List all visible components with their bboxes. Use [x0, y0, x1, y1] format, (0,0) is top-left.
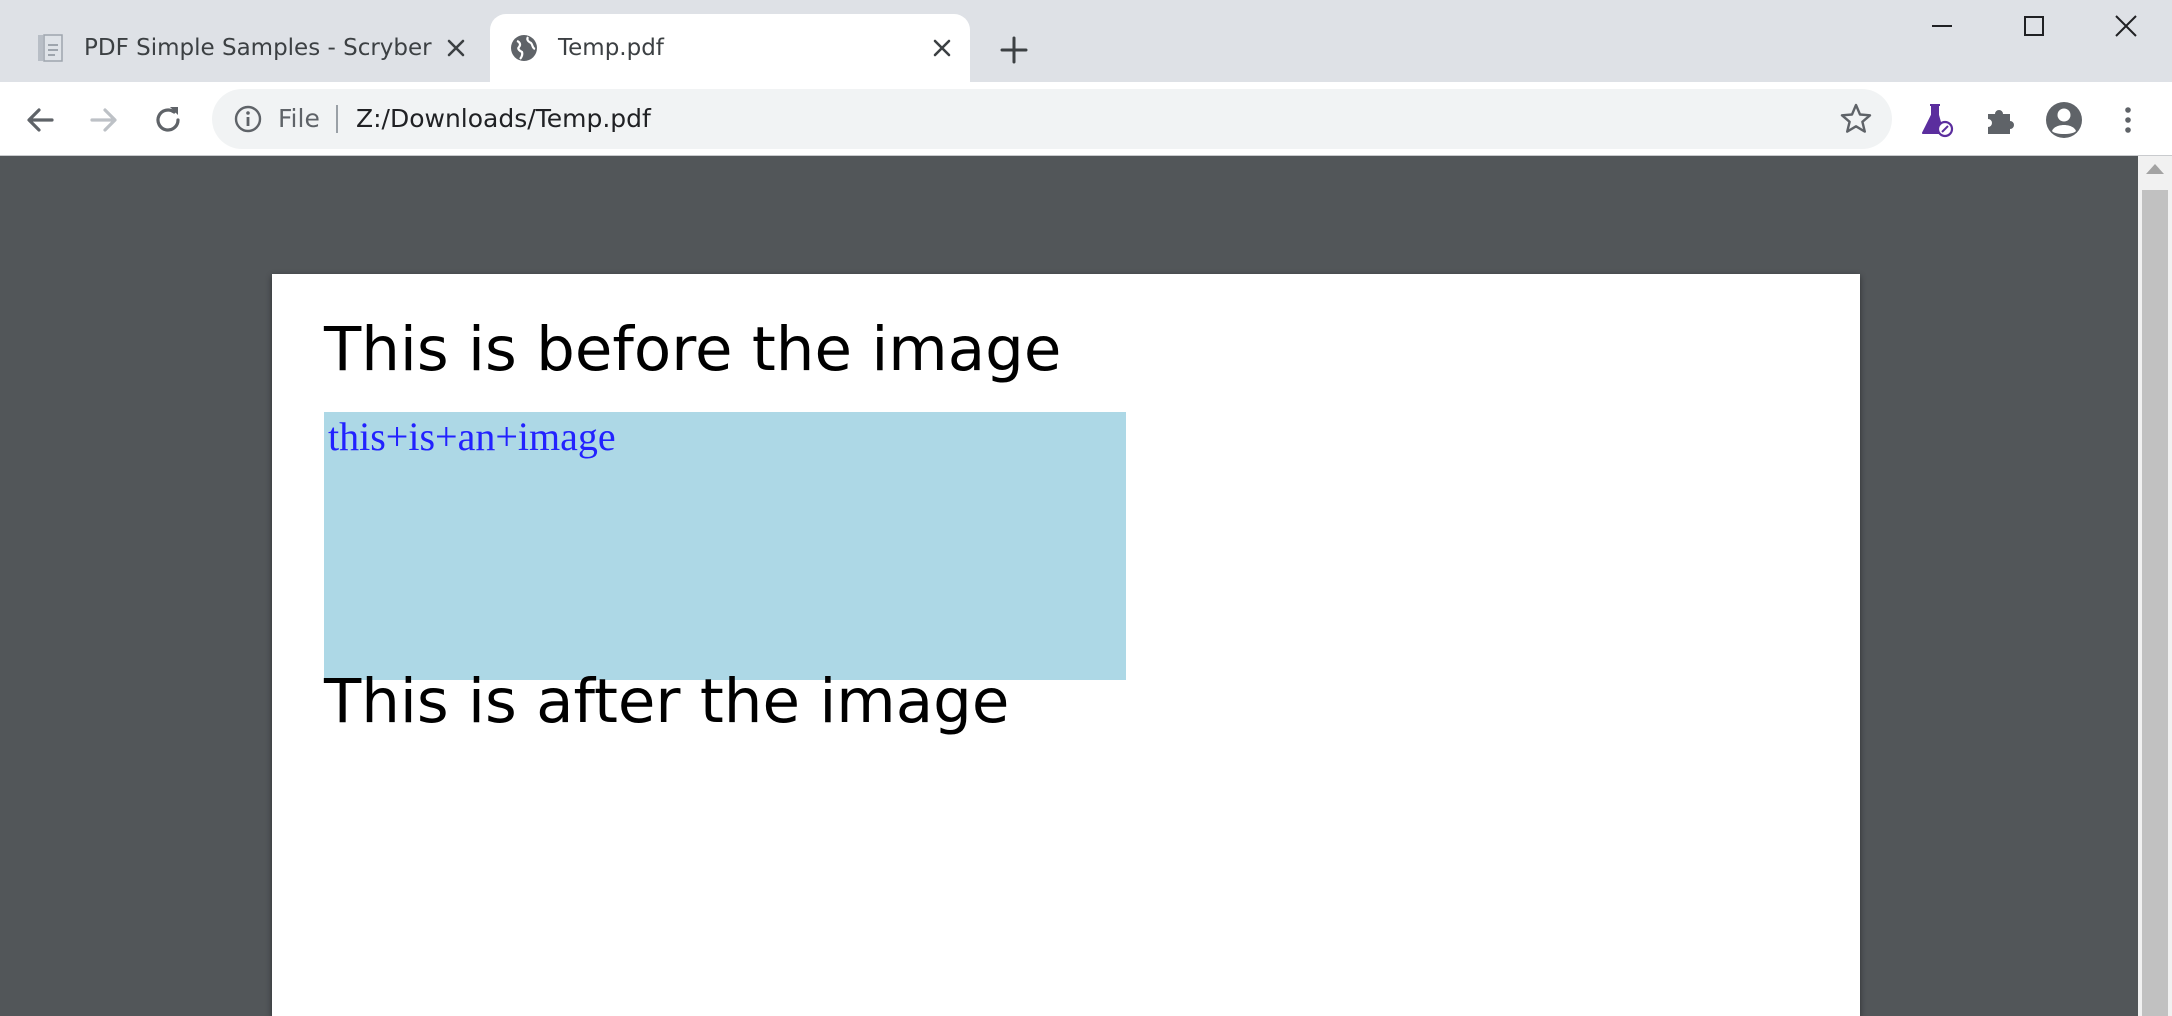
more-vert-icon [2125, 107, 2131, 133]
minimize-button[interactable] [1910, 0, 1974, 52]
account-icon [2046, 102, 2082, 138]
maximize-button[interactable] [2002, 0, 2066, 52]
back-button[interactable] [16, 96, 64, 144]
tab-pdf-simple-samples[interactable]: PDF Simple Samples - Scryber [16, 14, 484, 82]
new-tab-button[interactable] [994, 30, 1034, 70]
before-image-text: This is before the image [324, 314, 1062, 385]
address-bar[interactable]: File Z:/Downloads/Temp.pdf [212, 89, 1892, 149]
globe-icon [508, 32, 540, 64]
image-placeholder: this+is+an+image [324, 412, 1126, 680]
url-scheme-label: File [278, 104, 320, 133]
tab-title: Temp.pdf [558, 35, 664, 61]
reload-icon [156, 107, 180, 132]
menu-button[interactable] [2104, 96, 2152, 144]
forward-button[interactable] [80, 96, 128, 144]
tab-strip: PDF Simple Samples - Scryber Temp.pdf [0, 0, 2172, 82]
close-window-button[interactable] [2094, 0, 2158, 52]
after-image-text: This is after the image [324, 666, 1010, 737]
profile-button[interactable] [2040, 96, 2088, 144]
omnibox-divider [336, 105, 338, 133]
reload-button[interactable] [144, 96, 192, 144]
extensions-button[interactable] [1976, 96, 2024, 144]
minimize-icon [1932, 25, 1952, 27]
flask-icon [1922, 104, 1954, 138]
puzzle-icon [1988, 110, 2014, 134]
browser-toolbar: File Z:/Downloads/Temp.pdf [0, 82, 2172, 156]
info-icon[interactable] [232, 103, 264, 135]
pdf-page: This is before the image this+is+an+imag… [272, 274, 1860, 1016]
image-alt-text: this+is+an+image [328, 414, 616, 459]
star-icon[interactable] [1838, 101, 1874, 137]
arrow-left-icon [27, 108, 54, 132]
tab-title: PDF Simple Samples - Scryber [84, 35, 432, 61]
labs-button[interactable] [1912, 96, 1960, 144]
tab-temp-pdf[interactable]: Temp.pdf [490, 14, 970, 82]
close-tab-icon[interactable] [440, 32, 472, 64]
document-icon [34, 32, 66, 64]
close-tab-icon[interactable] [926, 32, 958, 64]
plus-icon [1000, 36, 1028, 64]
arrow-right-icon [90, 108, 117, 132]
maximize-icon [2024, 16, 2044, 36]
close-icon [2115, 15, 2137, 37]
url-text[interactable]: Z:/Downloads/Temp.pdf [356, 103, 651, 135]
scroll-thumb[interactable] [2142, 190, 2168, 1016]
scroll-up-arrow-icon[interactable] [2146, 164, 2164, 174]
